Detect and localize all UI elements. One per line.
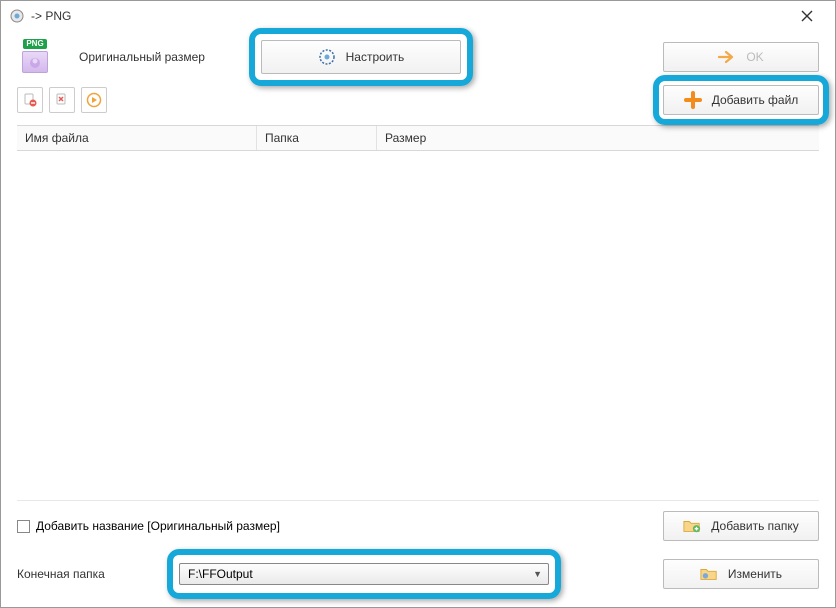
top-row: PNG Оригинальный размер Настроить OK bbox=[1, 31, 835, 79]
window-title: -> PNG bbox=[31, 9, 787, 23]
play-button[interactable] bbox=[81, 87, 107, 113]
output-folder-label: Конечная папка bbox=[17, 567, 167, 581]
format-label: Оригинальный размер bbox=[79, 50, 205, 64]
titlebar: -> PNG bbox=[1, 1, 835, 31]
output-folder-combo[interactable]: F:\FFOutput ▼ bbox=[179, 563, 549, 585]
file-list[interactable] bbox=[17, 151, 819, 501]
dialog-window: -> PNG PNG Оригинальный размер Настроить bbox=[0, 0, 836, 608]
column-filename[interactable]: Имя файла bbox=[17, 126, 257, 150]
add-name-checkbox[interactable] bbox=[17, 520, 30, 533]
clear-list-button[interactable] bbox=[49, 87, 75, 113]
table-header: Имя файла Папка Размер bbox=[17, 125, 819, 151]
add-name-label: Добавить название [Оригинальный размер] bbox=[36, 519, 280, 533]
column-size[interactable]: Размер bbox=[377, 126, 819, 150]
change-folder-label: Изменить bbox=[728, 567, 782, 581]
gear-icon bbox=[318, 48, 336, 66]
output-folder-value: F:\FFOutput bbox=[188, 567, 253, 581]
plus-icon bbox=[684, 91, 702, 109]
configure-label: Настроить bbox=[346, 50, 405, 64]
bottom-panel: Добавить название [Оригинальный размер] … bbox=[1, 501, 835, 607]
remove-file-button[interactable] bbox=[17, 87, 43, 113]
format-badge: PNG bbox=[23, 39, 46, 49]
column-folder[interactable]: Папка bbox=[257, 126, 377, 150]
change-folder-button[interactable]: Изменить bbox=[663, 559, 819, 589]
add-folder-button[interactable]: Добавить папку bbox=[663, 511, 819, 541]
close-button[interactable] bbox=[787, 2, 827, 30]
ok-button[interactable]: OK bbox=[663, 42, 819, 72]
folder-open-icon bbox=[700, 565, 718, 583]
add-folder-label: Добавить папку bbox=[711, 519, 798, 533]
add-file-label: Добавить файл bbox=[712, 93, 799, 107]
folder-plus-icon bbox=[683, 517, 701, 535]
arrow-right-icon bbox=[718, 48, 736, 66]
ok-label: OK bbox=[746, 50, 763, 64]
format-icon: PNG bbox=[17, 39, 53, 75]
configure-button[interactable]: Настроить bbox=[261, 40, 461, 74]
app-icon bbox=[9, 8, 25, 24]
toolbar-row: Добавить файл bbox=[1, 79, 835, 125]
chevron-down-icon: ▼ bbox=[533, 569, 542, 579]
add-file-button[interactable]: Добавить файл bbox=[663, 85, 819, 115]
